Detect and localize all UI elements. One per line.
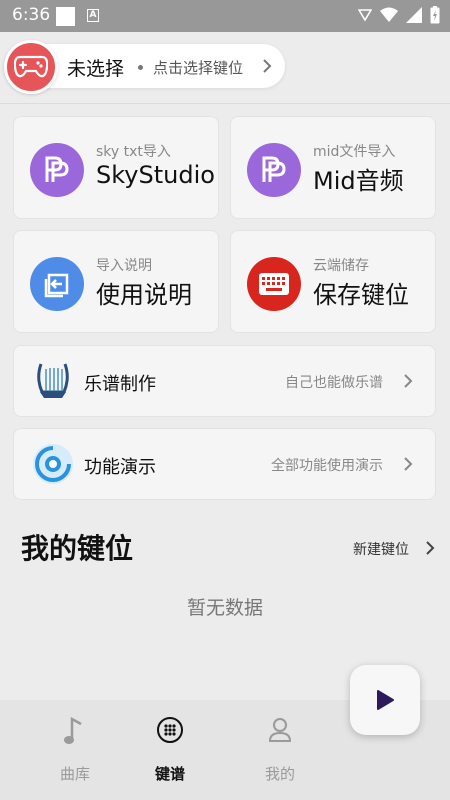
music-note-icon: [64, 716, 82, 744]
chevron-right-icon: [404, 457, 413, 471]
card-subtitle: 云端储存: [313, 258, 369, 274]
tab-mine[interactable]: 我的: [205, 700, 355, 800]
lyre-icon: [37, 363, 69, 398]
chevron-right-icon: [263, 59, 272, 73]
status-icons: [358, 6, 440, 24]
instructions-card[interactable]: 导入说明 使用说明: [13, 230, 219, 333]
gamepad-icon[interactable]: [4, 40, 58, 94]
pp-logo-icon: [247, 143, 301, 197]
notification-a-icon: A: [87, 9, 99, 22]
chevron-right-icon: [404, 374, 413, 388]
chevron-right-icon[interactable]: [425, 540, 435, 556]
section-title: 我的键位: [21, 532, 134, 565]
card-title: 保存键位: [313, 281, 409, 309]
wifi-icon: [380, 7, 398, 22]
score-making-row[interactable]: 乐谱制作 自己也能做乐谱: [13, 345, 436, 417]
card-title: SkyStudio: [96, 161, 215, 189]
skystudio-import-card[interactable]: sky txt导入 SkyStudio: [13, 116, 219, 219]
selector-hint: 点击选择键位: [153, 59, 244, 77]
selector-dot: [138, 65, 143, 70]
card-title: Mid音频: [313, 167, 404, 195]
pp-logo-icon: [30, 143, 84, 197]
row-label: 功能演示: [84, 457, 156, 478]
row-hint: 全部功能使用演示: [271, 458, 383, 474]
battery-icon: [430, 6, 440, 24]
card-subtitle: 导入说明: [96, 258, 152, 274]
new-keymap-link[interactable]: 新建键位: [353, 539, 409, 559]
tab-label: 我的: [264, 765, 295, 783]
notification-square-icon: [56, 7, 75, 26]
cell-signal-icon: [406, 7, 422, 23]
card-title: 使用说明: [96, 281, 192, 309]
keyboard-icon: [247, 257, 301, 311]
play-button[interactable]: [350, 665, 420, 735]
status-bar: 6:36 A: [0, 0, 450, 32]
feature-demo-row[interactable]: 功能演示 全部功能使用演示: [13, 428, 436, 500]
import-icon: [30, 257, 84, 311]
mid-import-card[interactable]: mid文件导入 Mid音频: [230, 116, 436, 219]
empty-state-text: 暂无数据: [186, 597, 263, 619]
card-subtitle: mid文件导入: [313, 144, 396, 160]
person-icon: [268, 718, 292, 742]
signal-icon: [358, 9, 372, 22]
divider: [0, 103, 450, 104]
selector-title: 未选择: [67, 58, 125, 80]
play-icon: [377, 690, 394, 710]
keypad-icon: [157, 717, 183, 743]
card-subtitle: sky txt导入: [96, 144, 171, 160]
row-label: 乐谱制作: [84, 374, 156, 395]
save-keys-card[interactable]: 云端储存 保存键位: [230, 230, 436, 333]
status-time: 6:36: [12, 5, 51, 25]
demo-icon: [33, 444, 73, 484]
row-hint: 自己也能做乐谱: [285, 375, 383, 391]
